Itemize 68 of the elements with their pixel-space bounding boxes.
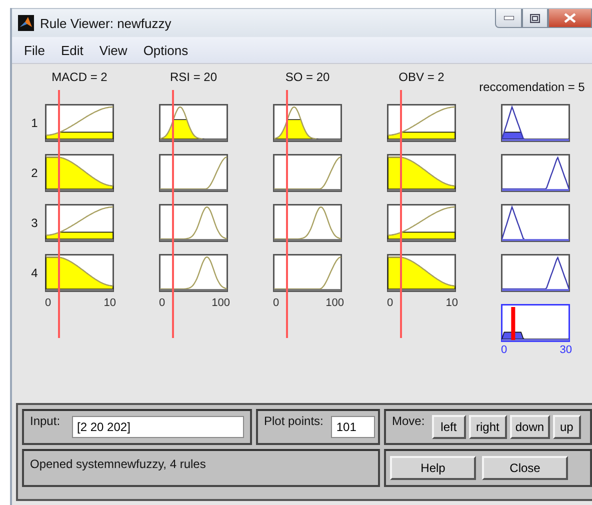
aggregate-output-plot bbox=[501, 304, 570, 342]
dialog-button[interactable]: Close bbox=[482, 456, 568, 480]
minimize-icon bbox=[504, 16, 514, 20]
axis-tick-label: 10 bbox=[104, 297, 116, 309]
input-value-line[interactable] bbox=[286, 90, 288, 338]
input-variable-label: MACD = 2 bbox=[50, 69, 108, 85]
axis-tick-label: 10 bbox=[446, 297, 458, 309]
axis-tick-label: 100 bbox=[326, 297, 344, 309]
membership-function-plot bbox=[45, 254, 114, 292]
membership-function-plot bbox=[501, 104, 570, 142]
membership-function-plot bbox=[273, 254, 342, 292]
rule-number: 4 bbox=[30, 265, 39, 282]
move-label: Move: bbox=[392, 414, 425, 428]
membership-function-plot bbox=[159, 104, 228, 142]
move-button[interactable]: right bbox=[468, 415, 507, 439]
menu-item[interactable]: View bbox=[91, 42, 136, 58]
input-value-line[interactable] bbox=[58, 90, 60, 338]
axis-tick-label: 0 bbox=[501, 344, 508, 356]
dialog-button[interactable]: Help bbox=[390, 456, 476, 480]
input-label: Input: bbox=[30, 414, 60, 428]
membership-function-plot bbox=[273, 154, 342, 192]
rule-number: 2 bbox=[30, 165, 39, 182]
window-title: Rule Viewer: newfuzzy bbox=[40, 16, 172, 30]
membership-function-plot bbox=[387, 204, 456, 242]
close-button[interactable] bbox=[548, 9, 592, 28]
input-variable-label: RSI = 20 bbox=[168, 69, 218, 85]
move-button[interactable]: left bbox=[432, 415, 466, 439]
membership-function-plot bbox=[159, 204, 228, 242]
membership-function-plot bbox=[501, 254, 570, 292]
plot-points-field[interactable]: 101 bbox=[331, 416, 376, 438]
menu-item[interactable]: Options bbox=[135, 42, 196, 58]
maximize-icon bbox=[530, 14, 540, 22]
maximize-button[interactable] bbox=[522, 9, 548, 28]
input-value-line[interactable] bbox=[172, 90, 174, 338]
input-field[interactable]: [2 20 202] bbox=[72, 416, 244, 438]
axis-tick-label: 30 bbox=[560, 344, 572, 356]
menu-item[interactable]: File bbox=[16, 42, 53, 58]
axis-tick-label: 0 bbox=[273, 297, 280, 309]
membership-function-plot bbox=[273, 104, 342, 142]
app-logo-icon bbox=[18, 15, 34, 31]
output-variable-label: reccomendation = 5 bbox=[479, 79, 585, 95]
minimize-button[interactable] bbox=[495, 9, 522, 28]
axis-tick-label: 0 bbox=[159, 297, 166, 309]
input-variable-label: OBV = 2 bbox=[398, 69, 446, 85]
membership-function-plot bbox=[273, 204, 342, 242]
membership-function-plot bbox=[501, 154, 570, 192]
move-button[interactable]: down bbox=[510, 415, 550, 439]
rule-number: 3 bbox=[30, 215, 39, 232]
input-variable-label: SO = 20 bbox=[284, 69, 331, 85]
membership-function-plot bbox=[45, 154, 114, 192]
status-text: Opened systemnewfuzzy, 4 rules bbox=[30, 457, 206, 471]
membership-function-plot bbox=[501, 204, 570, 242]
axis-tick-label: 0 bbox=[387, 297, 394, 309]
membership-function-plot bbox=[45, 204, 114, 242]
close-icon bbox=[564, 13, 576, 23]
axis-tick-label: 100 bbox=[212, 297, 230, 309]
membership-function-plot bbox=[387, 104, 456, 142]
move-button[interactable]: up bbox=[552, 415, 581, 439]
membership-function-plot bbox=[387, 154, 456, 192]
plot-points-label: Plot points: bbox=[264, 414, 324, 428]
membership-function-plot bbox=[159, 254, 228, 292]
membership-function-plot bbox=[159, 154, 228, 192]
menu-item[interactable]: Edit bbox=[52, 42, 92, 58]
membership-function-plot bbox=[387, 254, 456, 292]
axis-tick-label: 0 bbox=[45, 297, 52, 309]
rule-number: 1 bbox=[30, 115, 39, 132]
membership-function-plot bbox=[45, 104, 114, 142]
input-value-line[interactable] bbox=[400, 90, 402, 338]
